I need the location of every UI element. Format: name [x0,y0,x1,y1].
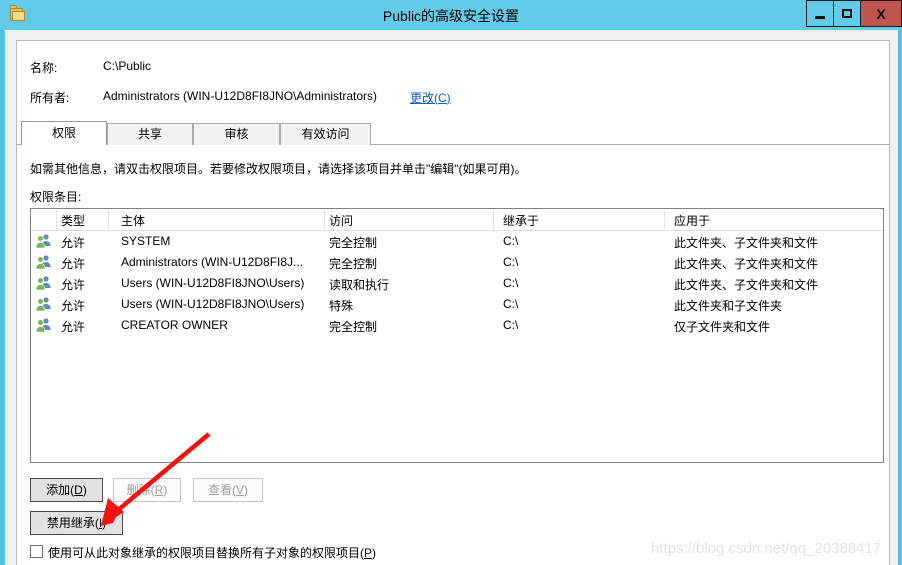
tab-auditing[interactable]: 审核 [193,123,280,145]
remove-button: 删除(R) [113,478,181,502]
column-header-type[interactable]: 类型 [61,212,85,229]
advanced-security-settings-window: Public的高级安全设置 X 名称: C:\Public 所有者: Admin… [0,0,902,565]
view-button: 查看(V) [193,478,263,502]
replace-child-permissions-label[interactable]: 使用可从此对象继承的权限项目替换所有子对象的权限项目(P) [48,544,376,561]
window-frame-right [898,0,902,565]
column-header-access[interactable]: 访问 [329,212,353,229]
permission-entries-label: 权限条目: [30,188,81,205]
window-title: Public的高级安全设置 [0,6,902,26]
name-label: 名称: [30,59,57,76]
instruction-text: 如需其他信息，请双击权限项目。若要修改权限项目，请选择该项目并单击"编辑"(如果… [30,160,527,177]
name-value: C:\Public [103,59,151,73]
close-icon: X [876,7,885,21]
table-row[interactable]: 允许 Administrators (WIN-U12D8FI8J... 完全控制… [31,252,883,273]
owner-label: 所有者: [30,89,69,106]
tab-effective-access[interactable]: 有效访问 [280,123,371,145]
maximize-icon [842,9,852,18]
replace-child-permissions-checkbox[interactable] [30,545,43,558]
table-row[interactable]: 允许 CREATOR OWNER 完全控制 C:\ 仅子文件夹和文件 [31,315,883,336]
column-header-applies-to[interactable]: 应用于 [674,212,710,229]
users-icon [35,275,53,291]
table-row[interactable]: 允许 SYSTEM 完全控制 C:\ 此文件夹、子文件夹和文件 [31,231,883,252]
minimize-icon [815,16,825,19]
minimize-button[interactable] [806,0,834,27]
column-header-inherited-from[interactable]: 继承于 [503,212,539,229]
permission-entries-list[interactable]: 类型 主体 访问 继承于 应用于 允许 SYSTEM 完全控制 C:\ 此文件夹… [30,208,884,463]
table-row[interactable]: 允许 Users (WIN-U12D8FI8JNO\Users) 特殊 C:\ … [31,294,883,315]
users-icon [35,233,53,249]
owner-value: Administrators (WIN-U12D8FI8JNO\Administ… [103,89,377,103]
maximize-button[interactable] [833,0,861,27]
title-bar[interactable]: Public的高级安全设置 X [0,0,902,30]
table-header-row: 类型 主体 访问 继承于 应用于 [31,209,883,231]
table-row[interactable]: 允许 Users (WIN-U12D8FI8JNO\Users) 读取和执行 C… [31,273,883,294]
users-icon [35,317,53,333]
close-button[interactable]: X [860,0,902,27]
tab-share[interactable]: 共享 [107,123,193,145]
add-button[interactable]: 添加(D) [30,478,103,502]
tab-permissions[interactable]: 权限 [21,121,107,145]
change-owner-link[interactable]: 更改(C) [410,89,451,106]
users-icon [35,296,53,312]
disable-inheritance-button[interactable]: 禁用继承(I) [30,511,123,535]
window-frame-left [0,0,5,565]
column-header-principal[interactable]: 主体 [121,212,145,229]
users-icon [35,254,53,270]
